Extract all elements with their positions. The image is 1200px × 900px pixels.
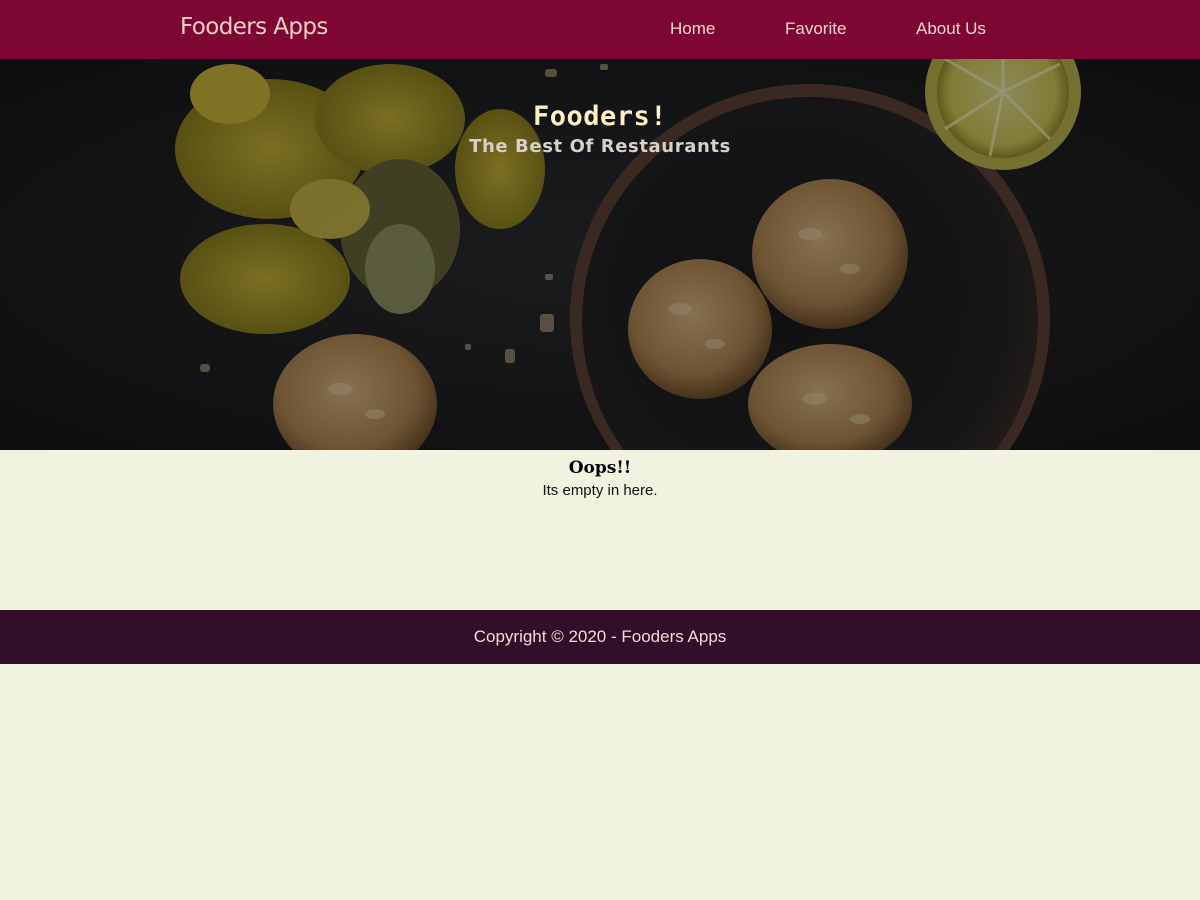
nav-link-home[interactable]: Home <box>670 19 715 39</box>
nav-link-about-us[interactable]: About Us <box>916 19 986 39</box>
empty-state-title: Oops!! <box>568 458 632 478</box>
main-nav: Home Favorite About Us <box>0 0 1200 59</box>
favorites-content: Oops!! Its empty in here. <box>0 450 1200 610</box>
hero-subtitle: The Best Of Restaurants <box>469 136 731 157</box>
empty-state-message: Its empty in here. <box>542 482 658 499</box>
footer-copyright: Copyright © 2020 - Fooders Apps <box>473 627 727 646</box>
hero-title: Fooders! <box>532 101 668 132</box>
page-footer: Copyright © 2020 - Fooders Apps <box>0 610 1200 664</box>
app-bar: Fooders Apps Home Favorite About Us <box>0 0 1200 59</box>
hero-banner: Fooders! The Best Of Restaurants <box>0 59 1200 450</box>
nav-link-favorite[interactable]: Favorite <box>785 19 846 39</box>
